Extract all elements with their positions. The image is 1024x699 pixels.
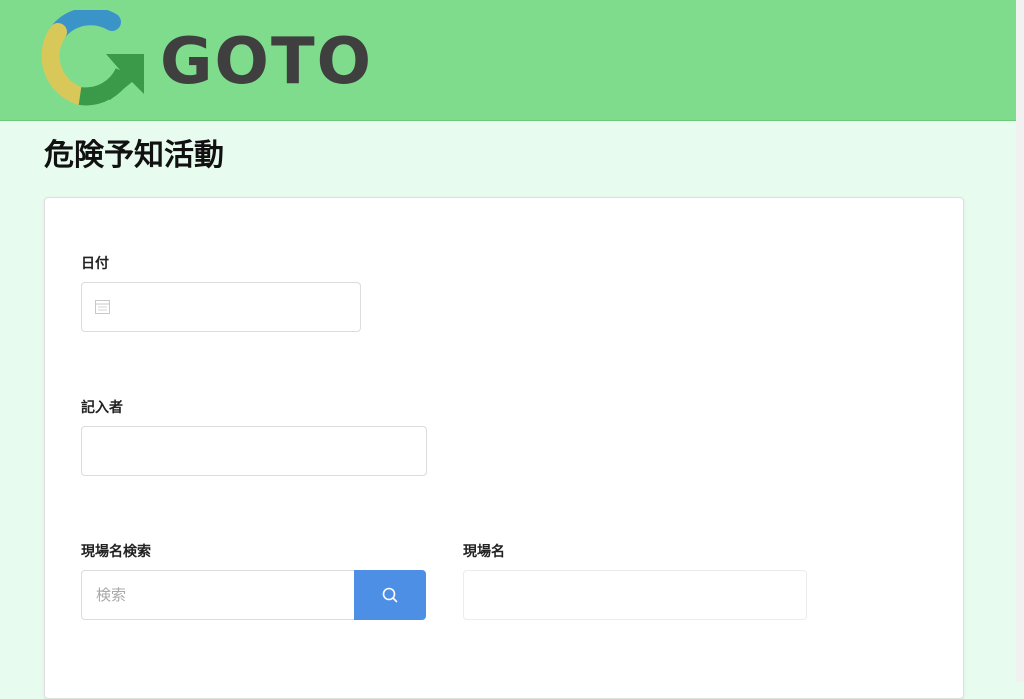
date-field[interactable] xyxy=(81,282,361,332)
date-label: 日付 xyxy=(81,256,109,272)
date-input[interactable] xyxy=(118,284,358,332)
logo-text: GOTO xyxy=(160,25,373,99)
site-name-label: 現場名 xyxy=(463,544,505,560)
site-search-button[interactable] xyxy=(354,570,426,620)
page-title: 危険予知活動 xyxy=(44,138,224,173)
app-header: GOTO xyxy=(0,0,1016,121)
site-name-input[interactable] xyxy=(463,570,807,620)
goto-logo-icon xyxy=(41,10,144,106)
form-card: 日付 記入者 現場名検索 現場名 xyxy=(44,197,964,699)
search-icon xyxy=(382,587,398,603)
site-search-input[interactable] xyxy=(81,570,355,620)
page-scrollbar[interactable] xyxy=(1016,0,1024,682)
calendar-icon xyxy=(95,300,110,314)
site-search-label: 現場名検索 xyxy=(81,544,151,560)
author-input[interactable] xyxy=(81,426,427,476)
author-label: 記入者 xyxy=(81,400,123,416)
